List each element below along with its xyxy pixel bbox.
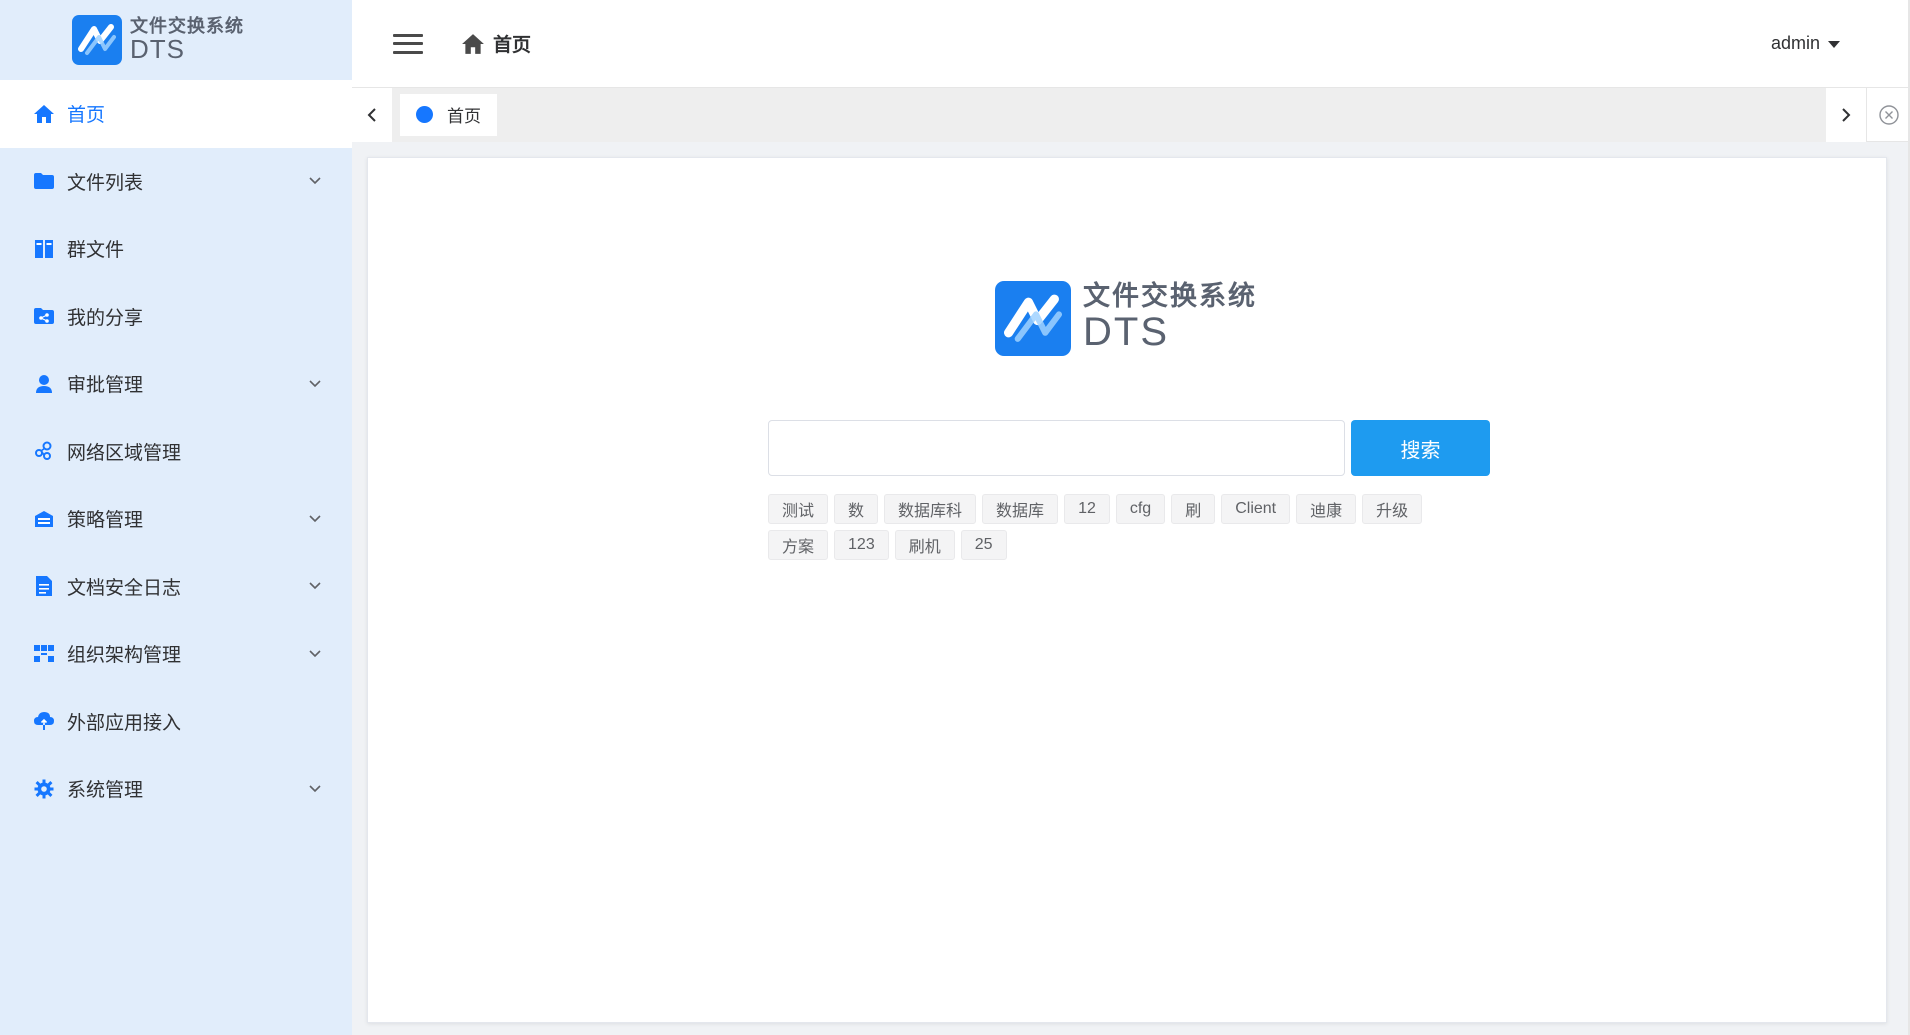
sidebar-item-label: 网络区域管理 [67, 442, 182, 464]
home-icon [461, 33, 485, 55]
close-all-tabs-icon[interactable] [1866, 87, 1910, 142]
network-icon [33, 440, 55, 462]
sidebar-item-label: 文档安全日志 [67, 577, 182, 599]
search-tag[interactable]: 迪康 [1296, 494, 1357, 524]
search-tag[interactable]: 25 [960, 530, 1007, 560]
sidebar-item-label: 系统管理 [67, 780, 144, 802]
tabs-bar: 首页 [352, 87, 1910, 142]
document-icon [33, 575, 55, 597]
breadcrumb-label: 首页 [493, 35, 532, 56]
search-tag[interactable]: 方案 [768, 530, 829, 560]
top-header: 首页 admin [352, 0, 1910, 88]
tabs-scroll-left-icon[interactable] [352, 87, 392, 142]
sidebar-item-approval[interactable]: 审批管理 [0, 350, 352, 418]
chevron-down-icon [308, 512, 322, 526]
sidebar-item-label: 首页 [67, 105, 106, 127]
user-menu[interactable]: admin [1771, 33, 1840, 54]
app-logo[interactable]: 文件交换系统 DTS [0, 0, 352, 80]
chevron-down-icon [308, 782, 322, 796]
org-chart-icon [33, 643, 55, 665]
sidebar-item-my-share[interactable]: 我的分享 [0, 283, 352, 351]
search-bar: 搜索 [768, 420, 1490, 476]
logo-mark-icon [72, 15, 122, 65]
chevron-down-icon [308, 377, 322, 391]
group-files-icon [33, 238, 55, 260]
chevron-down-icon [308, 647, 322, 661]
search-tag[interactable]: cfg [1115, 494, 1166, 524]
search-tag[interactable]: 刷机 [894, 530, 955, 560]
sidebar-item-system[interactable]: 系统管理 [0, 755, 352, 823]
sidebar-item-label: 群文件 [67, 240, 125, 262]
search-tag[interactable]: 刷 [1171, 494, 1216, 524]
caret-down-icon [1828, 40, 1840, 48]
sidebar-item-home[interactable]: 首页 [0, 80, 352, 148]
user-icon [33, 373, 55, 395]
sidebar: 文件交换系统 DTS 首页 文件列表 群文件 我的分享 审批管理 网络区域管理 … [0, 0, 352, 1035]
sidebar-item-external-apps[interactable]: 外部应用接入 [0, 688, 352, 756]
sidebar-item-label: 我的分享 [67, 307, 144, 329]
search-tag[interactable]: 测试 [768, 494, 829, 524]
tab-home[interactable]: 首页 [400, 93, 497, 136]
sidebar-item-label: 审批管理 [67, 375, 144, 397]
cloud-upload-icon [33, 710, 55, 732]
breadcrumb[interactable]: 首页 [461, 30, 531, 57]
tab-label: 首页 [447, 107, 481, 126]
sidebar-item-label: 策略管理 [67, 510, 144, 532]
hot-tags: 测试 数 数据库科 数据库 12 cfg 刷 Client 迪康 升级 方案 1… [768, 494, 1488, 566]
policy-icon [33, 508, 55, 530]
menu-toggle-icon[interactable] [393, 32, 423, 56]
sidebar-item-file-list[interactable]: 文件列表 [0, 148, 352, 216]
tabs-scroll-right-icon[interactable] [1826, 87, 1866, 142]
sidebar-item-label: 文件列表 [67, 172, 144, 194]
sidebar-item-policy[interactable]: 策略管理 [0, 485, 352, 553]
home-icon [33, 103, 55, 125]
search-tag[interactable]: 12 [1064, 494, 1110, 524]
search-tag[interactable]: 数 [834, 494, 879, 524]
main-content: 文件交换系统 DTS 搜索 测试 数 数据库科 数据库 12 cfg 刷 Cli… [367, 157, 1887, 1023]
tabs-track: 首页 [392, 87, 1826, 142]
chevron-down-icon [308, 579, 322, 593]
search-tag[interactable]: Client [1221, 494, 1291, 524]
search-tag[interactable]: 升级 [1362, 494, 1423, 524]
sidebar-item-label: 外部应用接入 [67, 712, 182, 734]
center-title-en: DTS [1083, 310, 1169, 355]
logo-title-en: DTS [130, 33, 185, 64]
search-tag[interactable]: 123 [834, 530, 889, 560]
sidebar-menu: 首页 文件列表 群文件 我的分享 审批管理 网络区域管理 策略管理 文档安全日志… [0, 80, 352, 823]
sidebar-item-org-structure[interactable]: 组织架构管理 [0, 620, 352, 688]
center-logo: 文件交换系统 DTS [995, 281, 1257, 356]
username: admin [1770, 33, 1820, 53]
active-dot-icon [416, 106, 433, 123]
center-title-cn: 文件交换系统 [1083, 281, 1257, 312]
share-folder-icon [33, 305, 55, 327]
search-input[interactable] [768, 420, 1345, 476]
folder-icon [33, 170, 55, 192]
logo-mark-icon [995, 281, 1071, 356]
chevron-down-icon [308, 174, 322, 188]
search-tag[interactable]: 数据库科 [884, 494, 977, 524]
search-tag[interactable]: 数据库 [982, 494, 1059, 524]
sidebar-item-network-zone[interactable]: 网络区域管理 [0, 418, 352, 486]
gear-icon [33, 778, 55, 800]
search-button[interactable]: 搜索 [1351, 420, 1490, 476]
sidebar-item-group-files[interactable]: 群文件 [0, 215, 352, 283]
sidebar-item-doc-security-log[interactable]: 文档安全日志 [0, 553, 352, 621]
logo-title-cn: 文件交换系统 [130, 15, 244, 36]
sidebar-item-label: 组织架构管理 [67, 645, 182, 667]
